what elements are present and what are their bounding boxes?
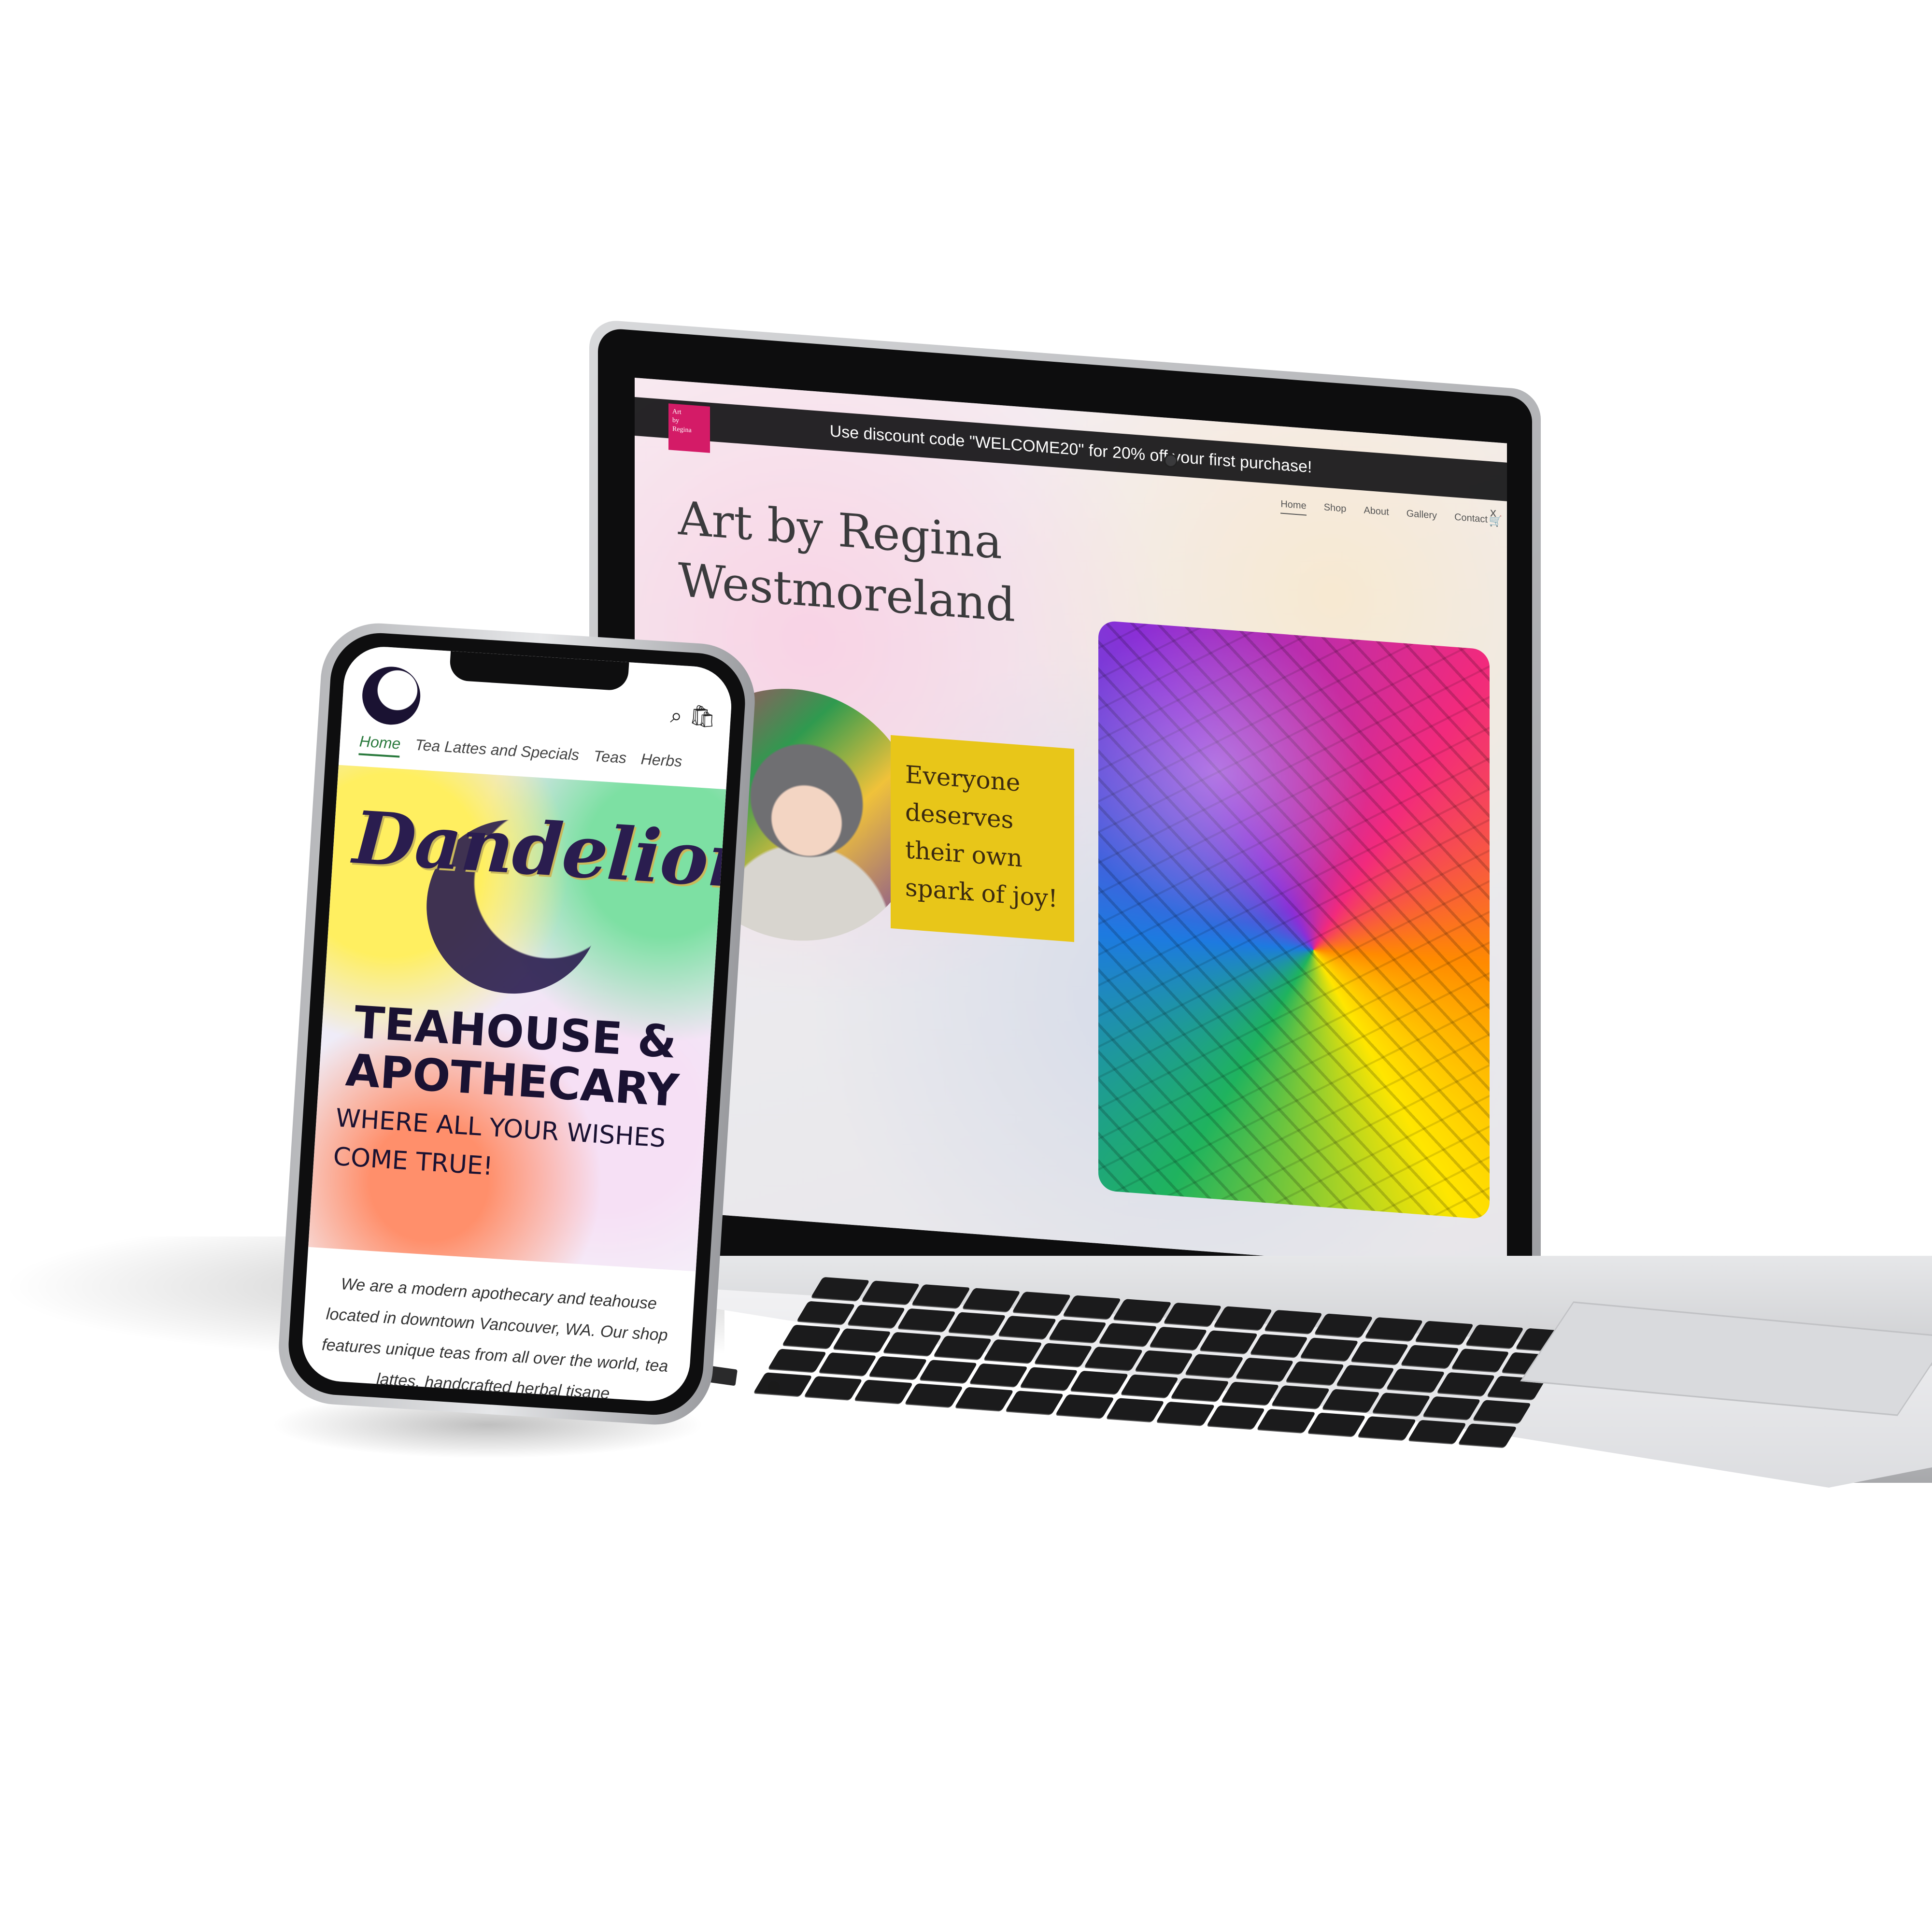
key <box>1250 1334 1309 1357</box>
key <box>847 1304 906 1328</box>
key <box>1084 1347 1143 1370</box>
dandelion-logo-icon[interactable] <box>360 665 422 726</box>
dandelion-hero: Dandelion TEAHOUSE & APOTHECARY WHERE AL… <box>308 765 734 1272</box>
key <box>1422 1396 1481 1420</box>
nav-home[interactable]: Home <box>358 732 401 758</box>
key <box>1034 1343 1093 1367</box>
key <box>1012 1292 1071 1315</box>
key <box>804 1376 863 1400</box>
hero-heading: TEAHOUSE & APOTHECARY <box>344 996 681 1117</box>
key <box>1415 1321 1474 1345</box>
key <box>1207 1405 1265 1429</box>
key <box>753 1372 812 1396</box>
key <box>1149 1326 1208 1350</box>
about-paragraph: We are a modern apothecary and teahouse … <box>321 1275 669 1403</box>
key <box>954 1387 1014 1411</box>
key <box>1199 1330 1258 1354</box>
key <box>1055 1394 1114 1418</box>
key <box>919 1359 978 1383</box>
key <box>1106 1398 1165 1422</box>
painting-texture <box>1098 620 1490 1220</box>
key <box>1005 1391 1064 1415</box>
key <box>1271 1385 1330 1409</box>
key <box>904 1383 964 1407</box>
key <box>1048 1319 1108 1343</box>
nav-about[interactable]: About <box>1364 505 1389 522</box>
key <box>1214 1306 1273 1330</box>
nav-tea-lattes[interactable]: Tea Lattes and Specials <box>414 736 580 769</box>
key <box>1135 1350 1193 1374</box>
key <box>1350 1341 1409 1365</box>
key <box>883 1332 942 1356</box>
key <box>1163 1302 1222 1326</box>
nav-herbs[interactable]: Herbs <box>640 750 682 775</box>
key <box>1386 1368 1445 1392</box>
key <box>1307 1412 1366 1436</box>
key <box>782 1324 841 1349</box>
key <box>1336 1365 1395 1389</box>
art-logo[interactable]: Art by Regina <box>668 403 710 453</box>
key <box>1098 1322 1158 1347</box>
key <box>897 1308 956 1332</box>
nav-home[interactable]: Home <box>1280 498 1307 516</box>
key <box>933 1335 992 1359</box>
key <box>1185 1354 1244 1378</box>
key <box>962 1288 1021 1312</box>
key <box>818 1352 877 1376</box>
key <box>832 1328 892 1352</box>
key <box>1264 1309 1323 1334</box>
key <box>767 1349 827 1372</box>
headphone-jack <box>768 1381 780 1393</box>
key <box>998 1315 1057 1339</box>
nav-teas[interactable]: Teas <box>593 747 627 772</box>
shopping-bag-icon[interactable]: 🛍 <box>688 703 717 729</box>
key <box>1408 1420 1467 1444</box>
key <box>1156 1402 1215 1425</box>
key <box>1451 1348 1510 1372</box>
key <box>1364 1317 1424 1341</box>
nav-contact[interactable]: Contact <box>1454 512 1488 529</box>
key <box>861 1280 920 1304</box>
key <box>1401 1345 1460 1368</box>
phone-bezel: ⌕ 🛍 Home Tea Lattes and Specials Teas He… <box>285 630 748 1418</box>
key <box>1458 1423 1517 1448</box>
phone: ⌕ 🛍 Home Tea Lattes and Specials Teas He… <box>275 620 758 1428</box>
key <box>1300 1337 1359 1361</box>
key <box>1257 1409 1316 1433</box>
key <box>1285 1361 1345 1385</box>
key <box>1120 1374 1179 1398</box>
key <box>1321 1389 1380 1413</box>
featured-painting <box>1098 620 1490 1220</box>
key <box>1070 1370 1129 1394</box>
key <box>1221 1381 1280 1405</box>
phone-screen: ⌕ 🛍 Home Tea Lattes and Specials Teas He… <box>299 644 734 1404</box>
dandelion-wordmark: Dandelion <box>351 795 734 906</box>
quote-box: Everyone deserves their own spark of joy… <box>891 735 1074 942</box>
search-icon[interactable]: ⌕ <box>669 704 683 728</box>
key <box>1357 1416 1417 1440</box>
key <box>1063 1295 1122 1319</box>
key <box>1170 1378 1230 1402</box>
art-logo-text: Art by Regina <box>672 408 692 434</box>
laptop-screen: Use discount code "WELCOME20" for 20% of… <box>635 378 1507 1274</box>
cart-icon[interactable]: 🛒 <box>1489 514 1502 528</box>
nav-gallery[interactable]: Gallery <box>1406 508 1437 526</box>
nav-shop[interactable]: Shop <box>1324 502 1347 519</box>
key <box>911 1284 971 1308</box>
key <box>1019 1367 1079 1391</box>
key <box>1314 1313 1374 1337</box>
key <box>1465 1324 1524 1348</box>
key <box>1235 1357 1294 1381</box>
key <box>948 1311 1007 1335</box>
key <box>1436 1372 1496 1396</box>
key <box>969 1363 1028 1387</box>
key <box>1372 1392 1431 1416</box>
key <box>1113 1299 1172 1322</box>
key <box>854 1379 913 1404</box>
key <box>868 1356 927 1379</box>
key <box>983 1339 1043 1363</box>
webcam <box>1164 454 1178 468</box>
